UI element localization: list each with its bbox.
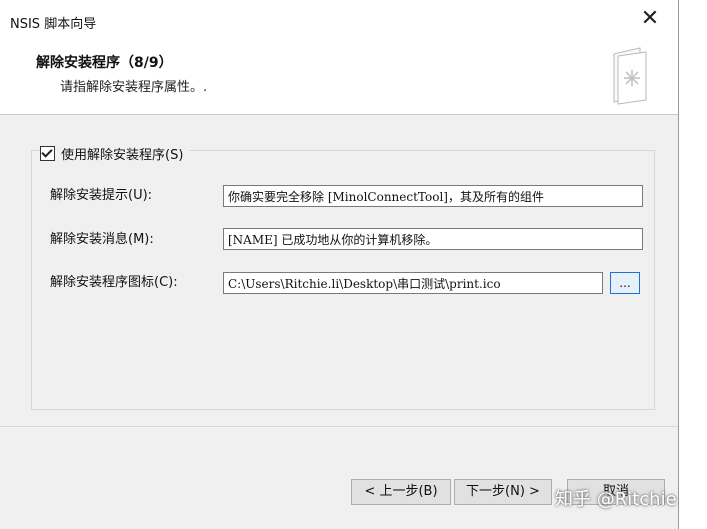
uninstaller-icon-input[interactable]: C:\Users\Ritchie.li\Desktop\串口测试\print.i… <box>223 272 603 294</box>
uninstall-prompt-label: 解除安装提示(U): <box>50 188 153 203</box>
installer-page-icon <box>613 47 647 105</box>
wizard-window: NSIS 脚本向导 ✕ 解除安装程序（8/9） 请指解除安装程序属性。. 使用解… <box>0 0 679 529</box>
uninstall-prompt-input[interactable]: 你确实要完全移除 [MinolConnectTool]，其及所有的组件 <box>223 185 643 207</box>
uninstall-message-input[interactable]: [NAME] 已成功地从你的计算机移除。 <box>223 228 643 250</box>
use-uninstaller-checkbox-row[interactable]: 使用解除安装程序(S) <box>40 144 190 163</box>
close-icon[interactable]: ✕ <box>636 6 664 31</box>
wizard-header: 解除安装程序（8/9） 请指解除安装程序属性。. <box>0 38 678 115</box>
back-button[interactable]: < 上一步(B) <box>351 479 451 505</box>
browse-icon-button[interactable]: ... <box>610 272 640 294</box>
page-subtitle: 请指解除安装程序属性。. <box>60 80 208 95</box>
footer-divider <box>0 426 678 427</box>
window-title: NSIS 脚本向导 <box>10 17 97 32</box>
watermark-text: 知乎 @Ritchie <box>555 489 677 510</box>
uninstaller-icon-label: 解除安装程序图标(C): <box>50 275 178 290</box>
title-bar: NSIS 脚本向导 ✕ <box>0 0 678 38</box>
page-title: 解除安装程序（8/9） <box>36 55 173 71</box>
use-uninstaller-label: 使用解除安装程序(S) <box>61 148 184 163</box>
use-uninstaller-checkbox[interactable] <box>40 146 55 161</box>
uninstall-message-label: 解除安装消息(M): <box>50 232 154 247</box>
next-button[interactable]: 下一步(N) > <box>454 479 552 505</box>
